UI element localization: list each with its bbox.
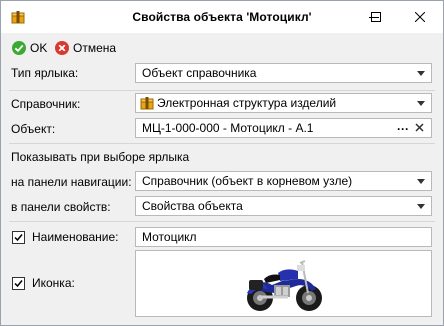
ok-button[interactable]: OK [11, 39, 47, 57]
close-icon [415, 12, 425, 22]
cancel-button[interactable]: Отмена [54, 39, 116, 57]
name-checkbox[interactable] [12, 231, 25, 244]
object-value: МЦ-1-000-000 - Мотоцикл - А.1 [142, 121, 314, 135]
chevron-down-icon [417, 179, 425, 184]
maximize-button[interactable] [355, 1, 397, 33]
motorcycle-image [247, 260, 322, 311]
clear-button[interactable] [415, 121, 424, 136]
show-section-heading: Показывать при выборе ярлыка [11, 150, 190, 164]
label-type-label: Тип ярлыка: [11, 66, 79, 80]
chevron-down-icon [417, 101, 425, 106]
props-panel-value: Свойства объекта [142, 199, 243, 213]
nav-panel-value: Справочник (объект в корневом узле) [142, 174, 353, 188]
close-window-button[interactable] [397, 1, 443, 33]
chevron-down-icon [417, 71, 425, 76]
directory-select[interactable]: Электронная структура изделий [135, 93, 432, 113]
nav-panel-label: на панели навигации: [11, 175, 132, 189]
icon-label: Иконка: [32, 276, 75, 290]
props-panel-select[interactable]: Свойства объекта [135, 196, 432, 216]
chevron-down-icon [417, 204, 425, 209]
close-icon [415, 123, 424, 132]
cancel-label: Отмена [73, 41, 117, 55]
package-icon [140, 96, 154, 110]
ok-label: OK [30, 41, 48, 55]
checkmark-circle-icon [12, 41, 26, 55]
name-label: Наименование: [32, 230, 119, 244]
checkmark-icon [14, 234, 23, 242]
directory-value: Электронная структура изделий [157, 96, 337, 110]
browse-button[interactable]: ··· [397, 122, 409, 136]
object-label: Объект: [11, 122, 56, 136]
properties-dialog: Свойства объекта 'Мотоцикл' OK Отмена Ти… [0, 0, 444, 326]
nav-panel-select[interactable]: Справочник (объект в корневом узле) [135, 171, 432, 191]
icon-preview[interactable] [135, 250, 432, 317]
cancel-circle-icon [55, 41, 69, 55]
icon-checkbox[interactable] [12, 277, 25, 290]
checkmark-icon [14, 280, 23, 288]
separator [9, 221, 435, 222]
separator [9, 90, 435, 91]
separator [9, 143, 435, 144]
title-bar: Свойства объекта 'Мотоцикл' [1, 1, 443, 33]
label-type-select[interactable]: Объект справочника [135, 63, 432, 83]
props-panel-label: в панели свойств: [11, 200, 111, 214]
maximize-icon [371, 12, 381, 22]
directory-label: Справочник: [11, 97, 81, 111]
name-value: Мотоцикл [142, 230, 197, 244]
name-input[interactable]: Мотоцикл [135, 227, 432, 247]
label-type-value: Объект справочника [142, 66, 257, 80]
object-field[interactable]: МЦ-1-000-000 - Мотоцикл - А.1 ··· [135, 118, 432, 138]
